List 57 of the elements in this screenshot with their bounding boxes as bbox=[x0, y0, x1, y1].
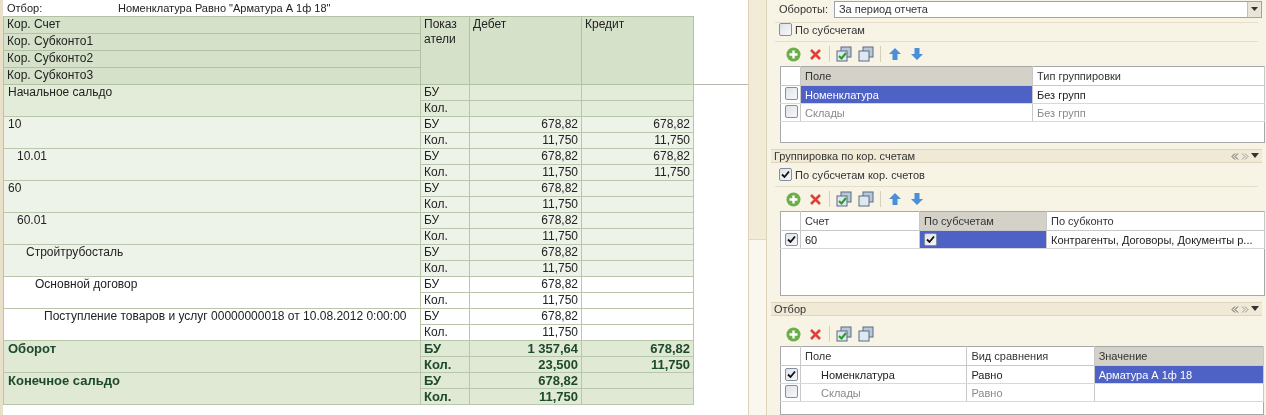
header-cell: Кор. Счет bbox=[3, 16, 421, 34]
arrow-down-button[interactable] bbox=[909, 46, 925, 62]
column-header[interactable]: Поле bbox=[800, 346, 967, 366]
turnover-dropdown[interactable]: За период отчета bbox=[833, 0, 1262, 18]
add-button[interactable] bbox=[785, 46, 801, 62]
column-header[interactable]: По субсчетам bbox=[919, 211, 1047, 231]
row-label: 10 bbox=[3, 116, 421, 149]
add-button[interactable] bbox=[785, 191, 801, 207]
uncheck-all-button[interactable] bbox=[858, 46, 874, 62]
checkbox[interactable] bbox=[779, 23, 792, 36]
delete-button[interactable] bbox=[807, 191, 823, 207]
checkbox[interactable] bbox=[785, 232, 798, 246]
checkbox[interactable] bbox=[785, 86, 798, 100]
uncheck-all-button[interactable] bbox=[858, 191, 874, 207]
checkbox-label: По субсчетам кор. счетов bbox=[795, 168, 925, 181]
dropdown-icon[interactable] bbox=[1251, 153, 1259, 159]
row-label: Стройтрубосталь bbox=[3, 244, 421, 277]
column-header[interactable]: Счет bbox=[800, 211, 920, 231]
pane-title: Отбор bbox=[774, 303, 807, 315]
filter-value: Номенклатура Равно "Арматура А 1ф 18" bbox=[118, 2, 331, 14]
arrow-down-button[interactable] bbox=[909, 191, 925, 207]
row-label: Начальное сальдо bbox=[3, 84, 421, 117]
arrow-up-button[interactable] bbox=[887, 46, 903, 62]
add-button[interactable] bbox=[785, 326, 801, 342]
row-label: 60 bbox=[3, 180, 421, 213]
pane-title: Группировка по кор. счетам bbox=[774, 150, 916, 162]
column-header[interactable]: По субконто bbox=[1046, 211, 1265, 231]
row-label: Оборот bbox=[3, 340, 421, 373]
collapse-icon[interactable] bbox=[1231, 305, 1239, 313]
filter-label: Отбор: bbox=[7, 2, 44, 14]
arrow-up-button[interactable] bbox=[887, 191, 903, 207]
column-header[interactable]: Тип группировки bbox=[1032, 66, 1265, 86]
check-all-button[interactable] bbox=[836, 191, 852, 207]
delete-button[interactable] bbox=[807, 46, 823, 62]
header-cell: Дебет bbox=[469, 16, 582, 85]
turnover-label: Обороты: bbox=[779, 3, 828, 15]
caret-icon bbox=[1251, 7, 1258, 11]
row-label: Поступление товаров и услуг 00000000018 от 10.08.2012 0:00:00 bbox=[3, 308, 421, 341]
header-cell: Кредит bbox=[581, 16, 694, 85]
row-label: Конечное сальдо bbox=[3, 372, 421, 405]
column-header[interactable]: Значение bbox=[1094, 346, 1264, 366]
column-header[interactable]: Поле bbox=[800, 66, 1033, 86]
row-label: 10.01 bbox=[3, 148, 421, 181]
dropdown-icon[interactable] bbox=[1251, 306, 1259, 312]
uncheck-all-button[interactable] bbox=[858, 326, 874, 342]
header-cell: Показатели bbox=[420, 16, 470, 85]
checkbox[interactable] bbox=[779, 168, 792, 181]
checkbox[interactable] bbox=[924, 233, 937, 246]
check-all-button[interactable] bbox=[836, 46, 852, 62]
collapse-icon[interactable] bbox=[1231, 152, 1239, 160]
delete-button[interactable] bbox=[807, 326, 823, 342]
checkbox[interactable] bbox=[785, 367, 798, 381]
row-label: Основной договор bbox=[3, 276, 421, 309]
column-header[interactable]: Вид сравнения bbox=[966, 346, 1095, 366]
row-label: 60.01 bbox=[3, 212, 421, 245]
check-all-button[interactable] bbox=[836, 326, 852, 342]
checkbox-label: По субсчетам bbox=[795, 23, 865, 36]
